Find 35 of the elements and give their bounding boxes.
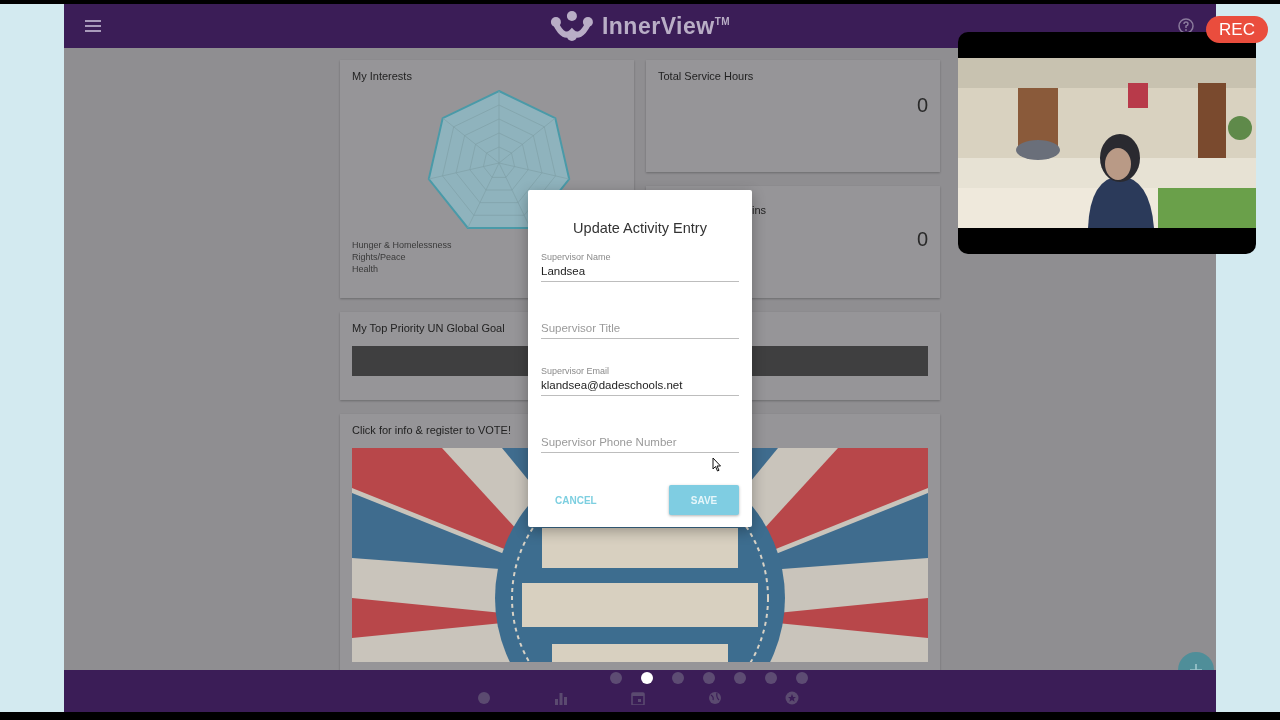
dialog-title: Update Activity Entry [572,220,708,236]
text-field[interactable]: Landsea [541,265,739,277]
card-title: ins [751,204,767,216]
pager-dot[interactable] [641,672,653,684]
field-label: Supervisor Email [541,366,611,376]
pager-dot[interactable] [765,672,777,684]
mouse-cursor-icon [712,457,722,472]
pager-dot[interactable] [703,672,715,684]
text-field[interactable]: Supervisor Phone Number [541,436,739,448]
card-title: My Interests [352,70,412,82]
bar-chart-icon[interactable] [554,691,568,705]
star-icon[interactable] [785,691,799,705]
circle-icon[interactable] [477,691,491,705]
card-title: Click for info & register to VOTE! [352,424,511,436]
pager-dot[interactable] [610,672,622,684]
menu-icon[interactable] [85,20,101,32]
pager-dot[interactable] [672,672,684,684]
legend-label: Rights/Peace [352,252,406,262]
pager-dot[interactable] [796,672,808,684]
logo-icon [549,10,594,42]
globe-icon[interactable] [708,691,722,705]
field-label: Supervisor Name [541,252,612,262]
text-field[interactable]: Supervisor Title [541,322,739,334]
stat-value: 0 [916,94,928,117]
app-logo-text: InnerView$^{TM}$ [601,12,731,40]
legend-label: Health [352,264,378,274]
legend-label: Hunger & Homelessness [352,240,452,250]
card-title: My Top Priority UN Global Goal [352,322,505,334]
stat-value: 0 [916,228,928,251]
help-icon[interactable] [1178,18,1194,34]
recording-badge: REC [1206,16,1268,43]
text-field[interactable]: klandsea@dadeschools.net [541,379,739,391]
pager-dot[interactable] [734,672,746,684]
card-title: Total Service Hours [658,70,754,82]
calendar-icon[interactable] [631,691,645,705]
